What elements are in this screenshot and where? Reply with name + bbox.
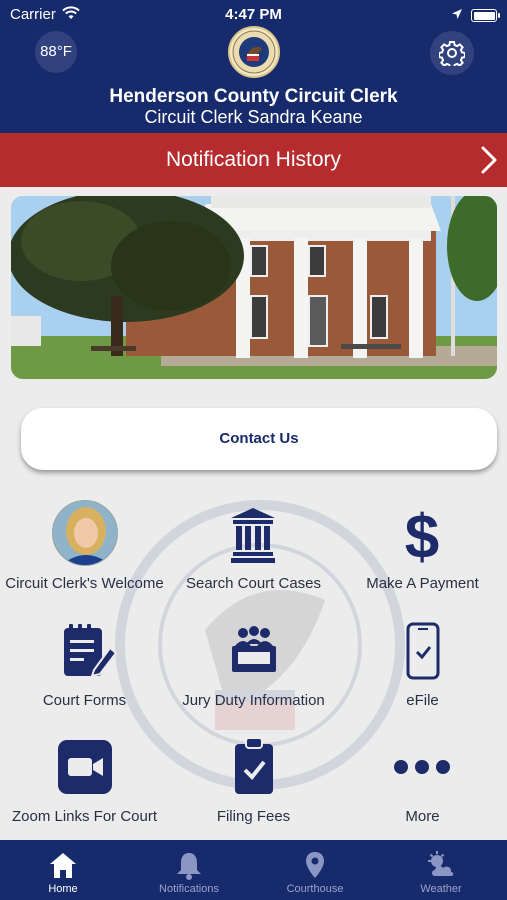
battery-icon [471,9,500,22]
contact-us-button[interactable]: Contact Us [21,408,497,470]
zoom-links-label: Zoom Links For Court [11,808,158,825]
clerks-welcome-label: Circuit Clerk's Welcome [5,575,164,592]
clipboard-check-icon [169,737,338,804]
more-label: More [405,808,440,825]
filing-fees-label: Filing Fees [216,808,291,825]
temperature-button[interactable]: 88°F [35,31,77,73]
tab-notifications[interactable]: Notifications [126,840,252,900]
notification-history-label: Notification History [165,148,342,171]
status-bar: Carrier 4:47 PM [0,4,507,26]
chevron-right-icon [479,145,499,180]
form-edit-icon [0,622,169,688]
search-court-cases-label: Search Court Cases [185,575,322,592]
county-seal-logo [228,26,280,78]
tab-weather-label: Weather [420,883,462,895]
notification-history-bar[interactable]: Notification History [0,133,507,187]
app-header: Carrier 4:47 PM 88°F Henderson County Ci… [0,0,507,133]
tab-courthouse-label: Courthouse [286,883,344,895]
jury-duty-label: Jury Duty Information [182,692,325,709]
make-payment-label: Make A Payment [366,575,479,592]
dollar-icon: $ [338,502,507,572]
svg-text:$: $ [405,503,439,566]
court-forms-label: Court Forms [42,692,127,709]
gear-icon [439,41,465,66]
tab-weather[interactable]: Weather [378,840,504,900]
tab-bar: Home Notifications Courthouse Weather [0,840,507,900]
avatar [52,500,118,566]
efile-label: eFile [406,692,439,709]
cloud-sun-icon [426,850,456,880]
courthouse-photo [11,196,497,379]
bell-icon [174,850,204,880]
mobile-check-icon [338,622,507,688]
home-icon [48,850,78,880]
settings-button[interactable] [430,31,474,75]
clock: 4:47 PM [225,6,282,23]
map-pin-icon [300,850,330,880]
ellipsis-icon [338,738,507,804]
courthouse-icon [169,506,338,572]
location-arrow-icon [451,7,463,24]
page-title: Henderson County Circuit Clerk [109,86,398,107]
video-camera-icon [0,738,169,804]
tab-notifications-label: Notifications [159,883,219,895]
tab-home-label: Home [48,883,78,895]
tab-courthouse[interactable]: Courthouse [252,840,378,900]
jury-box-icon [169,622,338,688]
tab-home[interactable]: Home [0,840,126,900]
page-subtitle: Circuit Clerk Sandra Keane [144,107,363,127]
